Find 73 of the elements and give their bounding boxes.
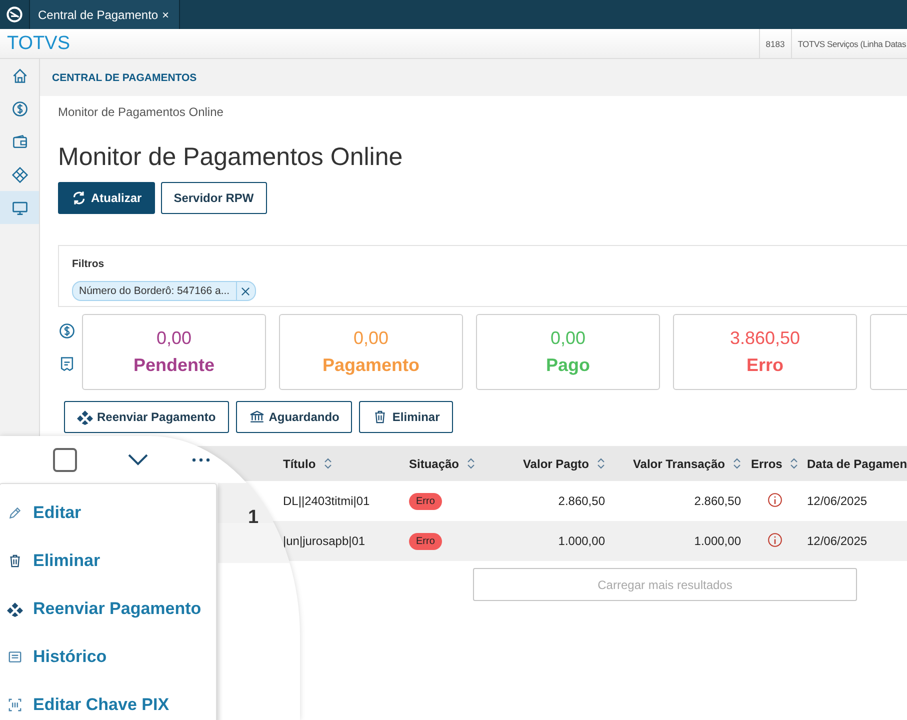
- more-icon[interactable]: [192, 458, 210, 462]
- table-cell-text: 1.000,00: [693, 534, 742, 548]
- column-header[interactable]: Data de Pagamen: [807, 456, 907, 470]
- menu-item[interactable]: Editar Chave PIX: [0, 681, 216, 720]
- table-cell-text: 1.000,00: [557, 534, 606, 548]
- sort-icon[interactable]: [790, 458, 798, 469]
- total-value: 0,00: [353, 328, 389, 349]
- column-header[interactable]: Título: [283, 456, 316, 470]
- menu-item[interactable]: Editar: [0, 489, 216, 537]
- total-label: Pendente: [133, 355, 215, 376]
- info-icon[interactable]: [767, 532, 783, 548]
- column-header[interactable]: Valor Transação: [632, 456, 725, 470]
- sort-icon[interactable]: [733, 458, 741, 469]
- sort-icon[interactable]: [324, 458, 332, 469]
- wallet-icon: [10, 132, 28, 150]
- dollar-icon: [58, 322, 76, 340]
- column-header[interactable]: Erros: [751, 456, 782, 470]
- table-cell-text: 2.860,50: [693, 494, 742, 508]
- status-badge: Erro: [409, 492, 442, 510]
- section-title: CENTRAL DE PAGAMENTOS: [52, 72, 197, 84]
- row-number: 1: [248, 507, 259, 529]
- dollar-icon: [10, 100, 28, 118]
- page-title: Monitor de Pagamentos Online: [58, 143, 404, 172]
- menu-item[interactable]: Reenviar Pagamento: [0, 585, 216, 633]
- total-label: Pagamento: [322, 355, 420, 376]
- select-checkbox[interactable]: [53, 448, 77, 472]
- company-name: TOTVS Serviços (Linha Datas: [790, 29, 907, 58]
- column-header[interactable]: Situação: [409, 456, 460, 470]
- table-cell-text: DL||2403titmi|01: [283, 494, 371, 508]
- brand-logo: TOTVS: [6, 32, 71, 54]
- column-header[interactable]: Valor Pagto: [522, 456, 589, 470]
- breadcrumb-link[interactable]: Monitor de Pagamentos Online: [58, 105, 224, 119]
- logo-icon[interactable]: [6, 6, 23, 23]
- receipt-icon: [58, 355, 76, 373]
- sort-icon[interactable]: [467, 458, 476, 469]
- total-label: Pago: [546, 355, 590, 376]
- table-cell-text: 2.860,50: [557, 494, 606, 508]
- delete-button[interactable]: Eliminar: [359, 401, 453, 433]
- total-value: 3.860,50: [730, 328, 800, 349]
- info-icon[interactable]: [767, 492, 783, 508]
- company-code: 8183: [758, 29, 791, 58]
- total-value: 0,00: [156, 328, 192, 349]
- sort-icon[interactable]: [597, 458, 605, 469]
- status-badge: Erro: [409, 532, 442, 550]
- bank-icon: [248, 409, 265, 425]
- total-value: 0,00: [550, 328, 586, 349]
- filter-chip[interactable]: Número do Borderô: 547166 a...: [72, 281, 256, 301]
- list-icon: [7, 649, 23, 665]
- diamond-icon: [7, 601, 23, 617]
- resend-button[interactable]: Reenviar Pagamento: [64, 401, 229, 433]
- chip-label: Número do Borderô: 547166 a...: [78, 285, 231, 297]
- pencil-icon: [7, 505, 23, 521]
- refresh-icon: [71, 190, 87, 206]
- table-cell-text: 12/06/2025: [807, 534, 868, 548]
- menu-item[interactable]: Histórico: [0, 633, 216, 681]
- scan-icon: [7, 697, 23, 713]
- trash-icon: [7, 553, 23, 569]
- waiting-button[interactable]: Aguardando: [236, 401, 352, 433]
- table-cell-text: 12/06/2025: [807, 494, 868, 508]
- filter-title: Filtros: [72, 258, 104, 270]
- sidebar-item[interactable]: [0, 191, 39, 224]
- close-button[interactable]: ×: [162, 8, 169, 22]
- total-label: Erro: [746, 355, 784, 376]
- app-tab[interactable]: Central de Pagamento ×: [30, 0, 180, 29]
- refresh-button[interactable]: Atualizar: [58, 182, 155, 214]
- close-icon: [241, 286, 250, 296]
- diamond-icon: [77, 409, 93, 425]
- server-button[interactable]: Servidor RPW: [160, 182, 267, 214]
- home-icon: [10, 66, 28, 84]
- menu-item[interactable]: Eliminar: [0, 537, 216, 585]
- table-cell-text: |un|jurosapb|01: [283, 534, 366, 548]
- chevron-icon[interactable]: [128, 454, 148, 466]
- diamond-icon: [10, 166, 28, 184]
